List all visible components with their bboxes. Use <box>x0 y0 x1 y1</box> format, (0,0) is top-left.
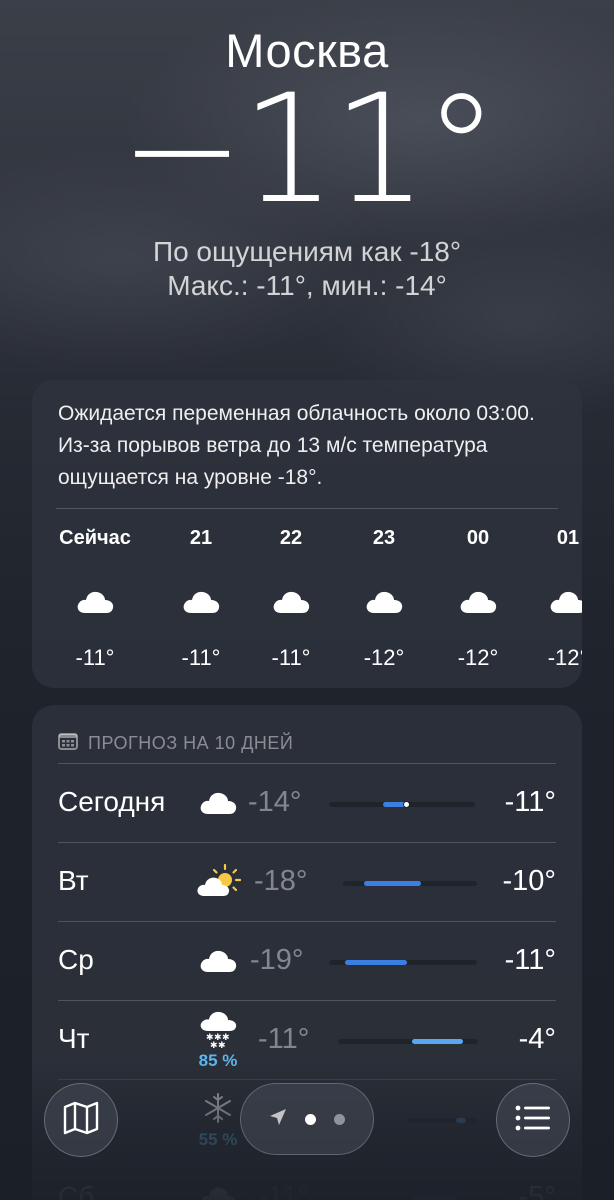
hour-label: 00 <box>466 527 490 549</box>
hour-item: 21 -11° <box>156 527 246 671</box>
hour-temp: -11° <box>75 645 115 670</box>
hour-item: 00 -12° <box>433 527 523 671</box>
map-button[interactable] <box>44 1083 118 1157</box>
hour-temp: -12° <box>547 645 582 670</box>
ten-day-title: ПРОГНОЗ НА 10 ДНЕЙ <box>88 732 294 753</box>
current-temp-marker <box>402 801 410 808</box>
snow-cloud-icon: ✱ ✱ ✱ ✱ ✱ <box>194 1007 242 1051</box>
page-dot-2[interactable] <box>334 1113 345 1125</box>
low-temp: -19° <box>250 944 304 976</box>
hour-item: 22 -11° <box>246 527 336 671</box>
hour-temp: -12° <box>363 645 405 670</box>
cloud-icon <box>433 571 523 631</box>
day-row[interactable]: Сб -11° -5° <box>58 1158 556 1200</box>
high-temp: -11° <box>504 786 556 818</box>
day-label: Сб <box>58 1181 95 1200</box>
day-row[interactable]: Ср -19° -11° <box>58 921 556 1000</box>
temperature-range-fill <box>344 960 407 965</box>
hour-temp: -12° <box>457 645 499 670</box>
partly-sunny-icon <box>194 859 242 903</box>
list-icon <box>515 1104 551 1137</box>
hour-temp: -11° <box>271 645 311 670</box>
precipitation-chance: 85 % <box>198 1051 238 1070</box>
calendar-icon <box>58 732 78 755</box>
svg-text:✱: ✱ <box>210 1041 218 1049</box>
hourly-list[interactable]: Сейчас -11° 21 -11° 22 -11° 23 -12° 00 -12° 01 -12° <box>32 509 582 679</box>
hour-label: 22 <box>279 527 303 549</box>
temperature-range-track <box>329 960 477 965</box>
cloud-icon <box>194 938 242 982</box>
cloud-icon <box>246 571 336 631</box>
day-label: Сегодня <box>58 786 166 817</box>
location-pager[interactable] <box>240 1083 374 1155</box>
high-low: Макс.: -11°, мин.: -14° <box>167 270 447 301</box>
day-row[interactable]: Вт -18° -10° <box>58 842 556 921</box>
high-temp: -10° <box>502 865 556 897</box>
location-arrow-icon[interactable] <box>269 1108 287 1131</box>
forecast-summary: Ожидается переменная облачность около 03… <box>58 402 535 489</box>
temperature-range-track <box>338 1039 478 1044</box>
day-row[interactable]: Сегодня -14° -11° <box>58 763 556 842</box>
day-label: Чт <box>58 1023 90 1054</box>
page-dot-1[interactable] <box>305 1113 316 1125</box>
temperature-range-fill <box>364 881 421 886</box>
cloud-icon <box>339 571 429 631</box>
high-temp: -11° <box>504 944 556 976</box>
hour-label: Сейчас <box>59 527 131 549</box>
map-icon <box>62 1101 100 1140</box>
hour-item: Сейчас -11° <box>50 527 140 671</box>
cloud-icon <box>50 571 140 631</box>
snowflake-icon <box>194 1086 242 1130</box>
feels-like: По ощущениям как -18° <box>152 236 462 267</box>
high-temp: -4° <box>518 1023 556 1055</box>
hour-label: 23 <box>372 527 396 549</box>
cloud-icon <box>156 571 246 631</box>
city-list-button[interactable] <box>496 1083 570 1157</box>
day-label: Вт <box>58 865 89 896</box>
temperature-range-fill <box>411 1039 464 1044</box>
temperature-range-track <box>343 881 477 886</box>
hour-label: 21 <box>189 527 213 549</box>
weather-header: Москва −11° По ощущениям как -18° Макс.:… <box>0 22 614 303</box>
cloud-icon <box>194 1175 242 1200</box>
temperature-range-track <box>408 1118 478 1123</box>
hour-label: 01 <box>556 527 580 549</box>
current-temperature: −11° <box>119 63 499 237</box>
hour-temp: -11° <box>181 645 221 670</box>
low-temp: -18° <box>254 865 308 897</box>
temperature-range-track <box>329 801 475 808</box>
cloud-icon <box>194 780 242 824</box>
precipitation-chance: 55 % <box>198 1130 238 1149</box>
hourly-forecast-card[interactable]: Ожидается переменная облачность около 03… <box>32 380 582 688</box>
hour-item: 23 -12° <box>339 527 429 671</box>
cloud-icon <box>523 571 582 631</box>
svg-text:✱: ✱ <box>218 1041 226 1049</box>
low-temp: -11° <box>258 1181 310 1200</box>
hour-item: 01 -12° <box>523 527 582 671</box>
day-row[interactable]: Чт ✱ ✱ ✱ ✱ ✱ 85 % -11° -4° <box>58 1000 556 1079</box>
low-temp: -11° <box>258 1023 310 1055</box>
day-label: Ср <box>58 944 94 975</box>
temperature-range-fill <box>455 1118 466 1123</box>
high-temp: -5° <box>518 1181 556 1200</box>
low-temp: -14° <box>248 786 302 818</box>
ten-day-heading: ПРОГНОЗ НА 10 ДНЕЙ <box>32 705 582 763</box>
